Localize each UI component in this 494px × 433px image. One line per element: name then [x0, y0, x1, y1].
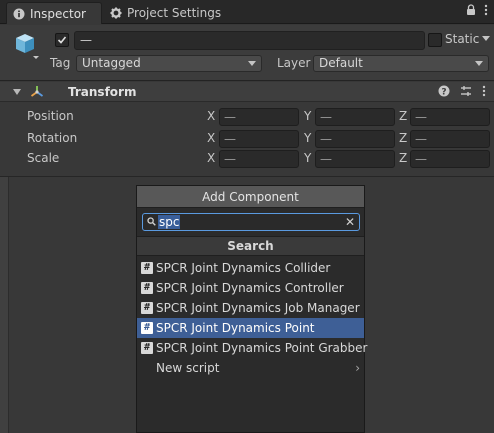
script-icon: # [141, 342, 153, 354]
transform-icon [30, 86, 44, 97]
checkmark-icon [57, 36, 67, 44]
list-item-joint-dynamics-collider[interactable]: # SPCR Joint Dynamics Collider [137, 258, 364, 278]
foldout-arrow-icon[interactable] [13, 89, 21, 95]
position-z-field[interactable]: — [410, 108, 490, 126]
tab-tools [466, 4, 488, 16]
scale-z-field[interactable]: — [410, 150, 490, 168]
tab-inspector[interactable]: Inspector [6, 2, 102, 24]
left-edge-strip [0, 177, 9, 433]
tag-value: Untagged [82, 56, 141, 70]
list-item-label: SPCR Joint Dynamics Controller [156, 281, 344, 295]
list-item-label: SPCR Joint Dynamics Point Grabber [156, 341, 368, 355]
component-list: # SPCR Joint Dynamics Collider # SPCR Jo… [137, 258, 368, 378]
chevron-right-icon: › [355, 361, 360, 375]
scale-z-label: Z [399, 151, 408, 165]
info-icon [13, 8, 25, 19]
svg-text:?: ? [441, 88, 446, 98]
lock-icon[interactable] [466, 4, 476, 16]
transform-tools: ? [438, 85, 486, 97]
rotation-z-field[interactable]: — [410, 130, 490, 148]
position-label: Position [27, 109, 74, 123]
search-value: spc [158, 215, 181, 229]
more-options-icon[interactable] [484, 4, 488, 16]
static-checkbox[interactable] [428, 33, 442, 47]
tab-project-settings-label: Project Settings [127, 6, 222, 20]
search-results-header: Search [137, 236, 364, 256]
rotation-y-field[interactable]: — [315, 130, 395, 148]
more-options-icon[interactable] [482, 85, 486, 97]
tab-inspector-label: Inspector [30, 6, 86, 21]
position-y-label: Y [304, 109, 312, 123]
transform-title: Transform [68, 85, 137, 99]
list-item-label: SPCR Joint Dynamics Point [156, 321, 315, 335]
rotation-label: Rotation [27, 131, 78, 145]
list-item-new-script[interactable]: New script › [137, 358, 364, 378]
rotation-z-label: Z [399, 131, 408, 145]
add-component-popup: Add Component spc ✕ Search # SPCR Joint … [136, 185, 368, 433]
layer-dropdown[interactable]: Default [313, 55, 489, 72]
list-item-label: SPCR Joint Dynamics Collider [156, 261, 331, 275]
list-item-label: SPCR Joint Dynamics Job Manager [156, 301, 360, 315]
gear-icon [110, 7, 122, 19]
list-item-joint-dynamics-job-manager[interactable]: # SPCR Joint Dynamics Job Manager [137, 298, 364, 318]
chevron-down-icon [248, 61, 256, 66]
scale-x-label: X [207, 151, 216, 165]
tab-project-settings[interactable]: Project Settings [104, 2, 229, 24]
position-z-label: Z [399, 109, 408, 123]
layer-label: Layer [277, 56, 311, 70]
script-icon: # [141, 302, 153, 314]
search-icon [147, 217, 156, 226]
rotation-x-label: X [207, 131, 216, 145]
chevron-down-icon [482, 36, 491, 41]
section-divider [0, 176, 494, 177]
tag-label: Tag [50, 56, 71, 70]
new-script-label: New script [156, 361, 220, 375]
list-item-joint-dynamics-point[interactable]: # SPCR Joint Dynamics Point [137, 318, 364, 338]
static-toggle[interactable]: Static [445, 32, 491, 46]
script-icon: # [141, 322, 153, 334]
scale-y-field[interactable]: — [315, 150, 395, 168]
rotation-y-label: Y [304, 131, 312, 145]
script-icon: # [141, 282, 153, 294]
chevron-down-icon [475, 61, 483, 66]
transform-component-header[interactable]: Transform ? [0, 82, 494, 102]
name-field[interactable]: — [74, 31, 425, 50]
layer-value: Default [319, 56, 363, 70]
rotation-x-field[interactable]: — [219, 130, 299, 148]
list-item-joint-dynamics-controller[interactable]: # SPCR Joint Dynamics Controller [137, 278, 364, 298]
preset-sliders-icon[interactable] [460, 85, 472, 97]
position-x-label: X [207, 109, 216, 123]
position-y-field[interactable]: — [315, 108, 395, 126]
script-icon: # [141, 262, 153, 274]
tag-dropdown[interactable]: Untagged [76, 55, 262, 72]
scale-label: Scale [27, 151, 60, 165]
clear-search-icon[interactable]: ✕ [345, 214, 355, 230]
tab-bar: Inspector Project Settings [0, 0, 494, 24]
gameobject-cube-icon[interactable] [12, 31, 46, 61]
help-icon[interactable]: ? [438, 85, 450, 97]
gameobject-header: — Static Tag Untagged Layer Default [0, 25, 494, 81]
static-label: Static [445, 32, 480, 46]
scale-y-label: Y [304, 151, 312, 165]
list-item-joint-dynamics-point-grabber[interactable]: # SPCR Joint Dynamics Point Grabber [137, 338, 368, 358]
position-x-field[interactable]: — [219, 108, 299, 126]
active-checkbox[interactable] [55, 33, 69, 47]
scale-x-field[interactable]: — [219, 150, 299, 168]
add-component-title: Add Component [137, 186, 364, 208]
component-search-input[interactable]: spc ✕ [142, 213, 360, 231]
